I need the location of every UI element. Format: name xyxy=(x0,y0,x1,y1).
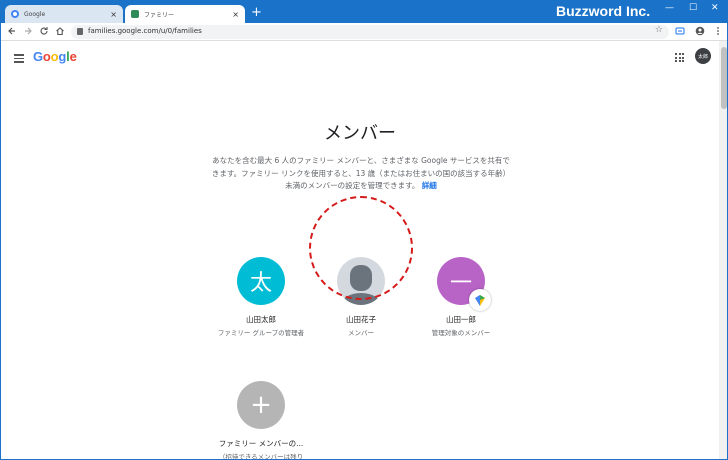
add-member-card[interactable]: + ファミリー メンバーの... （招待できるメンバーは残り xyxy=(206,381,316,460)
learn-more-link[interactable]: 詳細 xyxy=(422,181,437,190)
page-description: あなたを含む最大 6 人のファミリー メンバーと、さまざまな Google サー… xyxy=(209,155,513,193)
reload-icon[interactable] xyxy=(39,26,49,36)
avatar-initial: 太 xyxy=(249,271,272,296)
account-avatar[interactable]: 太郎 xyxy=(695,48,711,64)
description-text: あなたを含む最大 6 人のファミリー メンバーと、さまざまな Google サー… xyxy=(211,156,511,191)
member-card-taro[interactable]: 太 山田太郎 ファミリー グループの管理者 xyxy=(206,257,316,337)
profile-icon[interactable] xyxy=(695,26,705,36)
add-member-label: ファミリー メンバーの... xyxy=(218,439,304,448)
add-member-button[interactable]: + xyxy=(237,381,285,429)
maximize-button[interactable]: ☐ xyxy=(689,3,697,13)
member-role: 管理対象のメンバー xyxy=(431,329,491,337)
tab-close-icon[interactable]: × xyxy=(110,10,117,19)
brand-watermark: Buzzword Inc. xyxy=(556,3,651,19)
browser-toolbar: families.google.com/u/0/families ☆ xyxy=(1,23,727,41)
page-scrollbar[interactable] xyxy=(719,41,727,459)
plus-icon: + xyxy=(250,390,272,420)
member-name: 山田太郎 xyxy=(246,315,276,324)
add-member-sub: （招待できるメンバーは残り xyxy=(218,453,304,460)
member-role: ファミリー グループの管理者 xyxy=(217,329,305,337)
menu-kebab-icon[interactable] xyxy=(713,26,723,36)
lock-icon xyxy=(77,28,83,35)
tab-label: ファミリー xyxy=(144,11,175,19)
new-tab-button[interactable]: + xyxy=(251,6,262,20)
member-name: 山田花子 xyxy=(346,315,376,324)
scrollbar-thumb[interactable] xyxy=(721,47,727,109)
family-favicon-icon xyxy=(131,10,139,18)
google-favicon-icon xyxy=(11,10,19,18)
member-avatar: 太 xyxy=(237,257,285,305)
bookmark-star-icon[interactable]: ☆ xyxy=(655,25,663,35)
member-name: 山田一郎 xyxy=(446,315,476,324)
tab-google[interactable]: Google × xyxy=(5,5,123,23)
member-avatar: 一 xyxy=(437,257,491,311)
forward-arrow-icon[interactable] xyxy=(23,26,33,36)
google-logo[interactable]: Google xyxy=(33,49,77,64)
tab-family[interactable]: ファミリー × xyxy=(125,5,245,23)
apps-grid-icon[interactable] xyxy=(675,53,684,62)
address-bar[interactable]: families.google.com/u/0/families ☆ xyxy=(71,25,669,39)
extension-icon[interactable] xyxy=(675,26,685,36)
tab-label: Google xyxy=(24,10,46,18)
title-bar: Google × ファミリー × + Buzzword Inc. — ☐ ✕ xyxy=(1,1,727,23)
close-window-button[interactable]: ✕ xyxy=(711,3,719,13)
home-icon[interactable] xyxy=(55,26,65,36)
member-role: メンバー xyxy=(348,329,374,337)
back-arrow-icon[interactable] xyxy=(7,26,17,36)
minimize-button[interactable]: — xyxy=(665,3,674,13)
highlight-circle-annotation xyxy=(309,196,413,300)
browser-window: Google × ファミリー × + Buzzword Inc. — ☐ ✕ f… xyxy=(0,0,728,460)
url-text[interactable]: families.google.com/u/0/families xyxy=(88,27,202,35)
tab-close-icon[interactable]: × xyxy=(232,10,239,19)
family-link-badge-icon xyxy=(469,289,491,311)
member-card-ichiro[interactable]: 一 山田一郎 管理対象のメンバー xyxy=(406,257,516,337)
page-title: メンバー xyxy=(324,123,396,144)
hamburger-menu-icon[interactable] xyxy=(14,54,24,65)
